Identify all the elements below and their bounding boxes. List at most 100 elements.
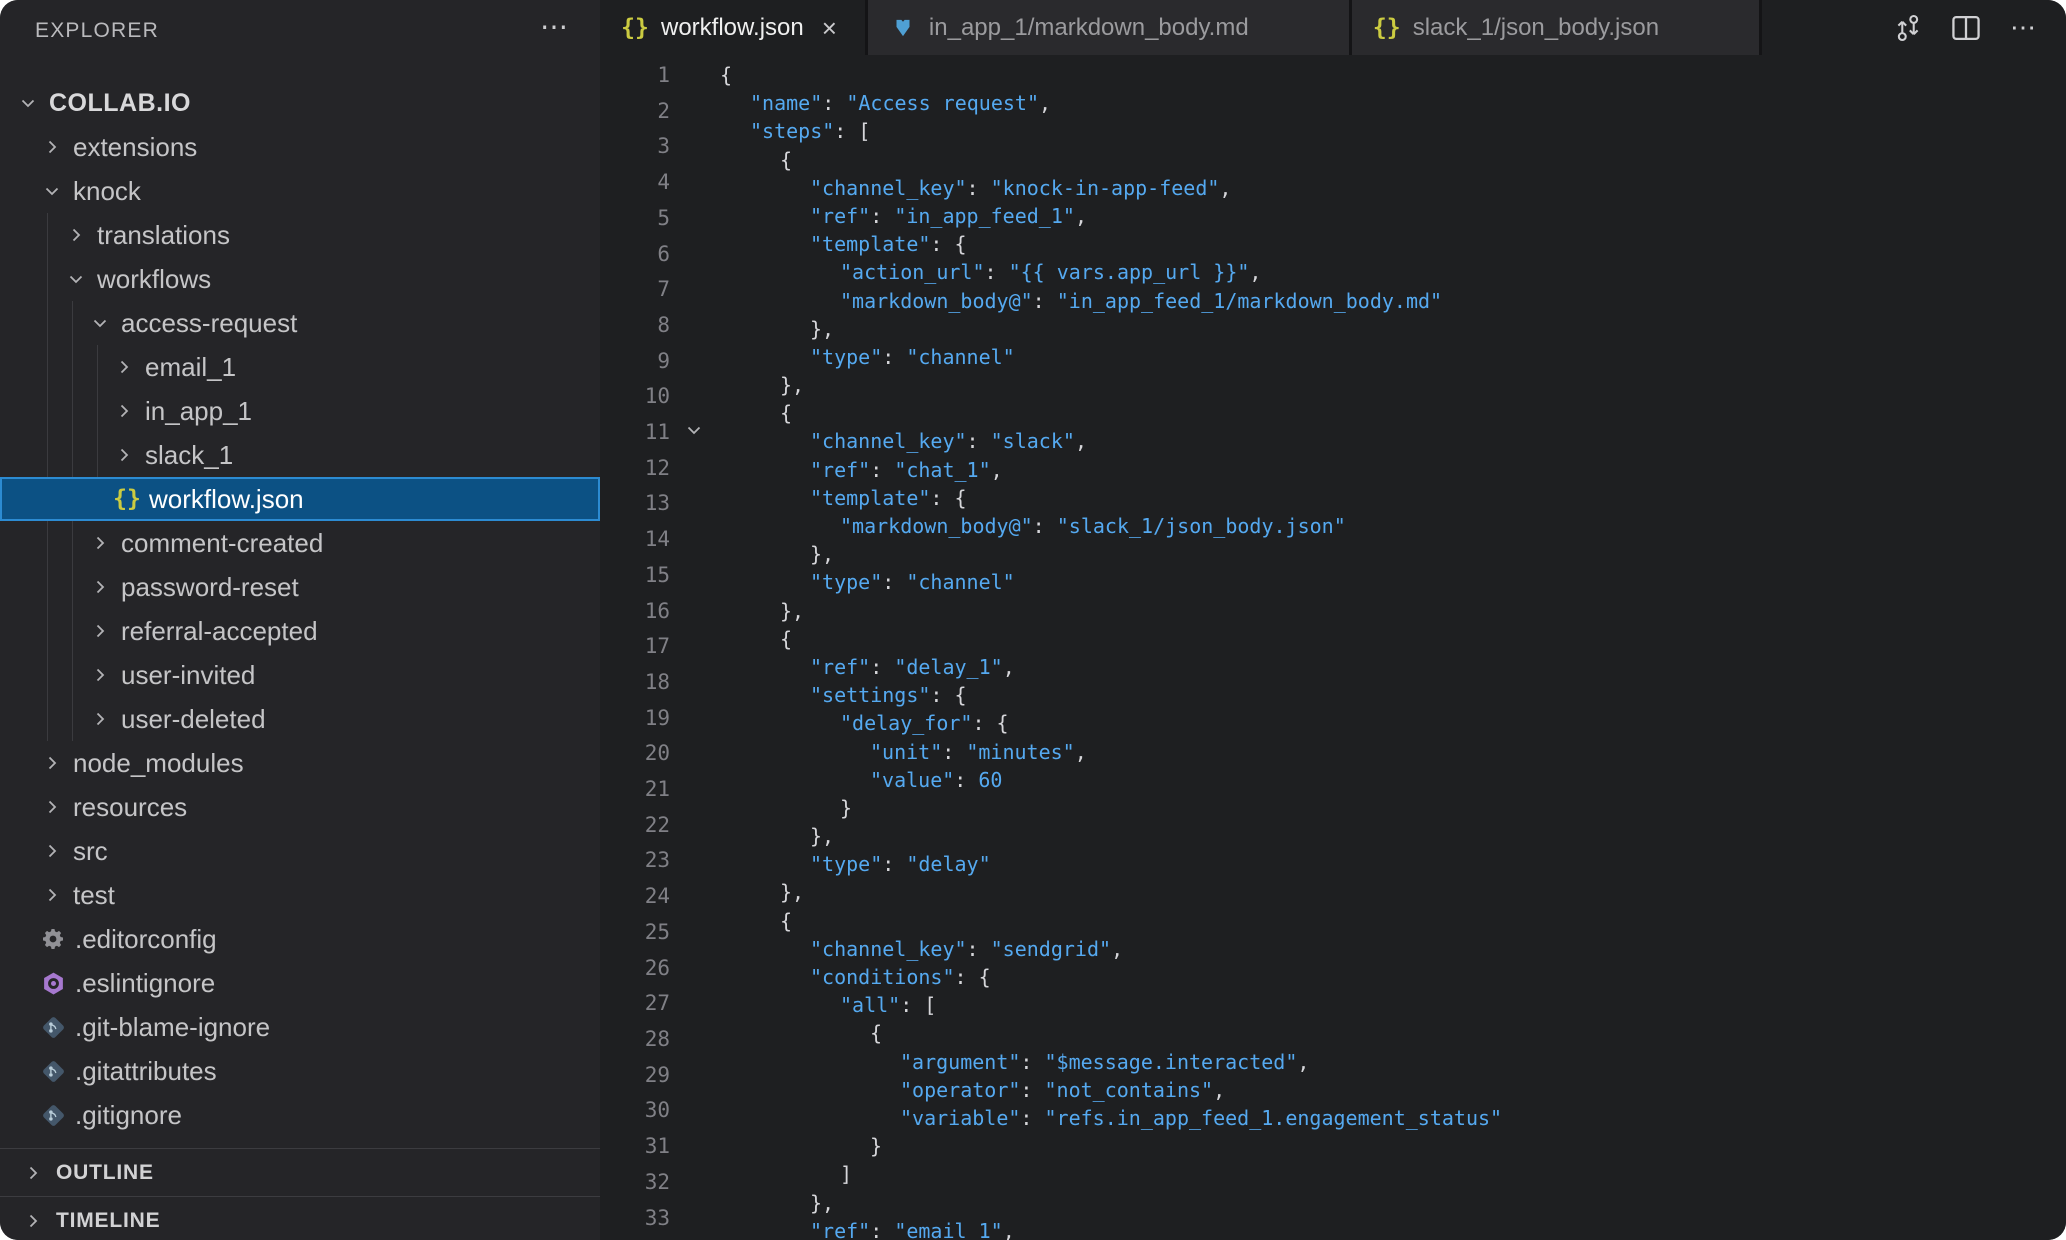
tree-item-comment-created[interactable]: comment-created — [0, 521, 600, 565]
line-number: 29 — [644, 1062, 670, 1087]
tree-item-in-app-1[interactable]: in_app_1 — [0, 389, 600, 433]
line-number: 20 — [644, 741, 670, 766]
json-file-icon: {} — [621, 14, 649, 41]
code-line: "operator": "not_contains", — [900, 1077, 1226, 1102]
tree-item-workflows[interactable]: workflows — [0, 257, 600, 301]
line-number: 30 — [644, 1098, 670, 1123]
code-line: "type": "delay" — [810, 852, 991, 877]
json-braces-icon: {} — [621, 14, 649, 41]
editor-tab-bar: {} workflow.json × in_app_1/markdown_body.m… — [600, 0, 2066, 55]
line-number: 25 — [644, 919, 670, 944]
git-icon — [42, 1016, 64, 1038]
json-braces-icon: {} — [1372, 14, 1401, 41]
code-line: "action_url": "{{ vars.app_url }}", — [840, 260, 1262, 285]
tree-item-label: password-reset — [121, 571, 299, 602]
tree-item-label: user-deleted — [121, 703, 266, 734]
line-number: 1 — [657, 63, 670, 87]
tree-item-label: .eslintignore — [75, 967, 216, 998]
tree-item-test[interactable]: test — [0, 873, 600, 917]
code-line: "markdown_body@": "slack_1/json_body.jso… — [840, 514, 1346, 538]
chevron-right-icon — [40, 839, 64, 863]
tree-item-knock[interactable]: knock — [0, 169, 600, 213]
tree-item--git-blame-ignore[interactable]: .git-blame-ignore — [0, 1005, 600, 1049]
code-line: { — [870, 1021, 883, 1046]
tab-slack-1-json-body-json[interactable]: {} slack_1/json_body.json — [1351, 0, 1763, 55]
panel-outline[interactable]: OUTLINE — [0, 1148, 600, 1196]
tree-item-resources[interactable]: resources — [0, 785, 600, 829]
tree-item-user-deleted[interactable]: user-deleted — [0, 697, 600, 741]
tree-item-node-modules[interactable]: node_modules — [0, 741, 600, 785]
tree-item--gitignore[interactable]: .gitignore — [0, 1093, 600, 1137]
line-number: 6 — [657, 241, 670, 266]
tree-item--gitattributes[interactable]: .gitattributes — [0, 1049, 600, 1093]
code-line: { — [780, 401, 793, 426]
tree-item--editorconfig[interactable]: .editorconfig — [0, 917, 600, 961]
chevron-right-icon — [88, 619, 112, 643]
json-file-icon: {} — [1372, 14, 1401, 41]
compare-changes-icon[interactable] — [1892, 12, 1924, 44]
more-actions-icon[interactable]: ⋯ — [2008, 12, 2040, 44]
tree-item-user-invited[interactable]: user-invited — [0, 653, 600, 697]
panel-timeline-label: TIMELINE — [56, 1208, 161, 1232]
tree-item-label: extensions — [73, 131, 198, 162]
code-line: ] — [840, 1162, 853, 1187]
line-number: 33 — [644, 1205, 670, 1230]
code-line: "name": "Access request", — [750, 91, 1052, 116]
code-line: "all": [ — [840, 993, 937, 1018]
code-line: "channel_key": "slack", — [810, 429, 1087, 454]
tree-item-access-request[interactable]: access-request — [0, 301, 600, 345]
code-line: } — [840, 795, 853, 820]
tree-item-collab-io[interactable]: COLLAB.IO — [0, 81, 600, 125]
close-tab-icon[interactable]: × — [818, 13, 841, 43]
explorer-title: EXPLORER — [35, 19, 159, 42]
gear-icon — [43, 929, 63, 949]
sidebar-more-actions-icon[interactable]: ⋯ — [540, 10, 570, 43]
tree-item-label: knock — [73, 175, 141, 206]
code-content: {"name": "Access request", "steps": [{"ch… — [720, 61, 1502, 1240]
split-editor-icon[interactable] — [1950, 12, 1982, 44]
code-line: { — [780, 908, 793, 933]
tree-item-slack-1[interactable]: slack_1 — [0, 433, 600, 477]
chevron-right-icon — [40, 883, 64, 907]
tree-item-referral-accepted[interactable]: referral-accepted — [0, 609, 600, 653]
tree-item-label: src — [73, 835, 108, 866]
line-number: 16 — [644, 598, 670, 623]
tree-item-label: .gitignore — [75, 1099, 182, 1130]
chevron-right-icon — [22, 1210, 44, 1232]
tree-item-label: in_app_1 — [145, 395, 252, 426]
line-number: 27 — [644, 991, 670, 1016]
chevron-right-icon — [112, 443, 136, 467]
panel-timeline[interactable]: TIMELINE — [0, 1196, 600, 1240]
code-line: "value": 60 — [870, 767, 1003, 792]
tree-item-translations[interactable]: translations — [0, 213, 600, 257]
tree-item--eslintignore[interactable]: .eslintignore — [0, 961, 600, 1005]
code-line: "ref": "delay_1", — [810, 654, 1015, 679]
code-line: "variable": "refs.in_app_feed_1.engageme… — [900, 1105, 1503, 1130]
tree-item-label: .editorconfig — [75, 923, 217, 954]
tree-item-label: referral-accepted — [121, 615, 318, 646]
code-line: "type": "channel" — [810, 344, 1015, 369]
tree-item-email-1[interactable]: email_1 — [0, 345, 600, 389]
eslint-file-icon — [40, 970, 66, 996]
fold-chevron-icon[interactable] — [684, 420, 710, 446]
tab-workflow-json[interactable]: {} workflow.json × — [600, 0, 868, 55]
tab-label: workflow.json — [661, 13, 804, 41]
chevron-right-icon — [112, 399, 136, 423]
code-editor[interactable]: 1 2 3 4 5 6 7 8 9 10 11 12 13 14 15 16 17 18 19 20 21 22 23 24 2… — [600, 55, 2066, 1240]
chevron-right-icon — [40, 135, 64, 159]
chevron-right-icon — [40, 751, 64, 775]
line-number: 23 — [644, 848, 670, 873]
tab-label: in_app_1/markdown_body.md — [928, 13, 1249, 41]
chevron-right-icon — [88, 663, 112, 687]
tree-item-label: access-request — [121, 307, 298, 338]
tree-item-src[interactable]: src — [0, 829, 600, 873]
code-line: "type": "channel" — [810, 570, 1015, 595]
line-number: 18 — [644, 669, 670, 694]
chevron-down-icon — [88, 311, 112, 335]
tree-item-extensions[interactable]: extensions — [0, 125, 600, 169]
code-line: }, — [810, 1190, 835, 1215]
sidebar-header: EXPLORER ⋯ — [0, 0, 600, 62]
tab-in-app-1-markdown-body-md[interactable]: in_app_1/markdown_body.md — [867, 0, 1352, 55]
tree-item-password-reset[interactable]: password-reset — [0, 565, 600, 609]
tree-item-workflow-json[interactable]: {} workflow.json — [0, 477, 600, 521]
